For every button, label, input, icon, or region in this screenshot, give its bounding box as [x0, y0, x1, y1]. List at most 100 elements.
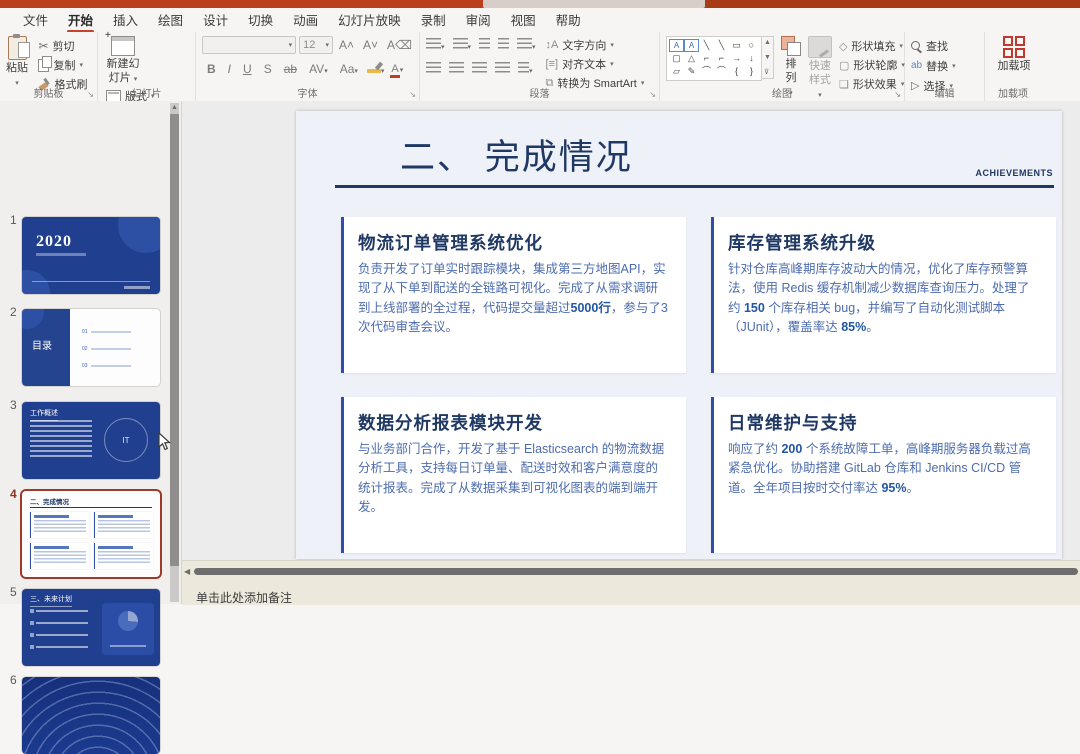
- shape-tool-icon[interactable]: ✎: [684, 65, 699, 78]
- tab-draw[interactable]: 绘图: [149, 7, 192, 33]
- tab-home[interactable]: 开始: [59, 7, 102, 33]
- italic-button[interactable]: I: [225, 61, 234, 77]
- shape-tool-icon[interactable]: ⌐: [714, 52, 729, 65]
- slide-thumbnail-6[interactable]: [22, 677, 160, 754]
- achievement-card-3[interactable]: 数据分析报表模块开发 与业务部门合作，开发了基于 Elasticsearch 的…: [341, 397, 686, 553]
- tab-review[interactable]: 审阅: [457, 7, 500, 33]
- shape-tool-icon[interactable]: ⌒: [699, 65, 714, 78]
- notes-placeholder[interactable]: 单击此处添加备注: [196, 589, 292, 606]
- justify-button[interactable]: [495, 60, 510, 78]
- shape-tool-icon[interactable]: ⌒: [714, 65, 729, 78]
- bold-button[interactable]: B: [204, 61, 219, 77]
- shape-fill-button[interactable]: ◇ 形状填充▾: [839, 38, 905, 54]
- paragraph-dialog-launcher[interactable]: ↘: [649, 91, 656, 99]
- slide-thumbnail-2[interactable]: 目录 01 02 03: [22, 309, 160, 386]
- tab-design[interactable]: 设计: [194, 7, 237, 33]
- group-label-font: 字体: [196, 85, 419, 100]
- thumb4-title: 二、完成情况: [30, 496, 69, 506]
- font-name-combobox[interactable]: ▾: [202, 36, 296, 54]
- clipboard-dialog-launcher[interactable]: ↘: [87, 91, 94, 99]
- horizontal-scrollbar[interactable]: ◀: [184, 567, 1078, 576]
- align-center-button[interactable]: [449, 60, 464, 78]
- tab-file[interactable]: 文件: [14, 7, 57, 33]
- shapes-more-icon[interactable]: ⊽: [764, 68, 771, 76]
- drawing-dialog-launcher[interactable]: ↘: [894, 91, 901, 99]
- shape-tool-icon[interactable]: A: [669, 39, 684, 52]
- shapes-scroll-up-icon[interactable]: ▲: [764, 39, 771, 46]
- font-color-button[interactable]: A▾: [390, 59, 403, 78]
- achievement-card-4[interactable]: 日常维护与支持 响应了约 200 个系统故障工单，高峰期服务器负载过高紧急优化。…: [711, 397, 1056, 553]
- grow-font-button[interactable]: A˄: [336, 37, 357, 53]
- shape-tool-icon[interactable]: ▢: [669, 52, 684, 65]
- shape-tool-icon[interactable]: ▱: [669, 65, 684, 78]
- slide-thumbnail-3[interactable]: 工作概述 IT: [22, 402, 160, 479]
- decor-circle: [22, 309, 44, 329]
- numbering-button[interactable]: ▾: [453, 36, 472, 54]
- bullets-button[interactable]: ▾: [426, 36, 445, 54]
- text-direction-button[interactable]: ↕A 文字方向▾: [546, 37, 645, 53]
- thumbnail-scrollbar-thumb[interactable]: [170, 114, 179, 566]
- line-spacing-button[interactable]: ▾: [517, 36, 536, 54]
- thumbnail-scrollbar[interactable]: ▲: [170, 103, 179, 602]
- font-dialog-launcher[interactable]: ↘: [409, 91, 416, 99]
- shrink-font-button[interactable]: A˅: [360, 37, 381, 53]
- tab-slideshow[interactable]: 幻灯片放映: [329, 7, 410, 33]
- scroll-up-icon[interactable]: ▲: [171, 104, 178, 111]
- underline-button[interactable]: U: [240, 61, 255, 77]
- shape-tool-icon[interactable]: ⌐: [699, 52, 714, 65]
- new-slide-button[interactable]: 新建幻灯片 ▾: [104, 36, 142, 86]
- tab-transitions[interactable]: 切换: [239, 7, 282, 33]
- tab-help[interactable]: 帮助: [547, 7, 590, 33]
- columns-button[interactable]: ▾: [518, 60, 533, 78]
- slide-thumbnail-1[interactable]: 2020: [22, 217, 160, 294]
- scroll-left-icon[interactable]: ◀: [184, 567, 194, 576]
- shape-tool-icon[interactable]: ↓: [744, 52, 759, 65]
- shadow-button[interactable]: S: [261, 61, 275, 77]
- shape-tool-icon[interactable]: ▭: [729, 39, 744, 52]
- shape-tool-icon[interactable]: ○: [744, 39, 759, 52]
- thumb5-list-row: [30, 621, 88, 625]
- tab-record[interactable]: 录制: [412, 7, 455, 33]
- paste-button[interactable]: 粘贴▾: [6, 36, 28, 90]
- change-case-button[interactable]: Aa▾: [337, 61, 361, 77]
- shape-tool-icon[interactable]: {: [729, 65, 744, 78]
- shape-outline-button[interactable]: ▢ 形状轮廓▾: [839, 57, 905, 73]
- highlight-color-button[interactable]: ▾: [367, 60, 385, 78]
- slide-subtitle-tag[interactable]: ACHIEVEMENTS: [975, 168, 1053, 178]
- shape-tool-icon[interactable]: △: [684, 52, 699, 65]
- tab-view[interactable]: 视图: [502, 7, 545, 33]
- shape-tool-icon[interactable]: ╲: [714, 39, 729, 52]
- shape-tool-icon[interactable]: A: [684, 39, 699, 52]
- shape-tool-icon[interactable]: ╲: [699, 39, 714, 52]
- achievement-card-2[interactable]: 库存管理系统升级 针对仓库高峰期库存波动大的情况，优化了库存预警算法，使用 Re…: [711, 217, 1056, 373]
- cut-button[interactable]: ✂ 剪切: [38, 38, 87, 54]
- addins-button[interactable]: 加载项: [991, 36, 1037, 74]
- card-title: 库存管理系统升级: [728, 230, 1040, 255]
- find-button[interactable]: 查找: [911, 38, 980, 54]
- decrease-indent-button[interactable]: [479, 36, 490, 54]
- shapes-gallery[interactable]: AA╲╲▭○▢△⌐⌐→↓▱✎⌒⌒{}: [666, 36, 762, 81]
- shapes-scroll-down-icon[interactable]: ▼: [764, 54, 771, 61]
- increase-indent-button[interactable]: [498, 36, 509, 54]
- slide-thumbnail-5[interactable]: 三、未来计划: [22, 589, 160, 666]
- align-left-button[interactable]: [426, 60, 441, 78]
- horizontal-scrollbar-thumb[interactable]: [194, 568, 1078, 575]
- strikethrough-button[interactable]: ab: [281, 61, 300, 77]
- char-spacing-button[interactable]: AV▾: [306, 61, 331, 77]
- copy-button[interactable]: 复制▾: [38, 57, 87, 73]
- align-text-button[interactable]: [≡] 对齐文本▾: [546, 56, 645, 72]
- tab-animations[interactable]: 动画: [284, 7, 327, 33]
- shape-tool-icon[interactable]: →: [729, 52, 744, 65]
- mouse-cursor: [158, 432, 172, 452]
- slide-canvas[interactable]: 二、 完成情况 ACHIEVEMENTS 物流订单管理系统优化 负责开发了订单实…: [296, 111, 1062, 559]
- clear-formatting-button[interactable]: A⌫: [384, 37, 415, 53]
- slide-title[interactable]: 二、 完成情况: [400, 129, 633, 180]
- thumb2-toc-item: 02: [82, 346, 131, 352]
- font-size-combobox[interactable]: 12▾: [299, 36, 333, 54]
- shapes-gallery-scrollbar[interactable]: ▲ ▼ ⊽: [762, 36, 774, 79]
- replace-button[interactable]: ab 替换▾: [911, 58, 980, 74]
- slide-thumbnail-4-selected[interactable]: 二、完成情况: [22, 491, 160, 577]
- achievement-card-1[interactable]: 物流订单管理系统优化 负责开发了订单实时跟踪模块，集成第三方地图API，实现了从…: [341, 217, 686, 373]
- shape-tool-icon[interactable]: }: [744, 65, 759, 78]
- align-right-button[interactable]: [472, 60, 487, 78]
